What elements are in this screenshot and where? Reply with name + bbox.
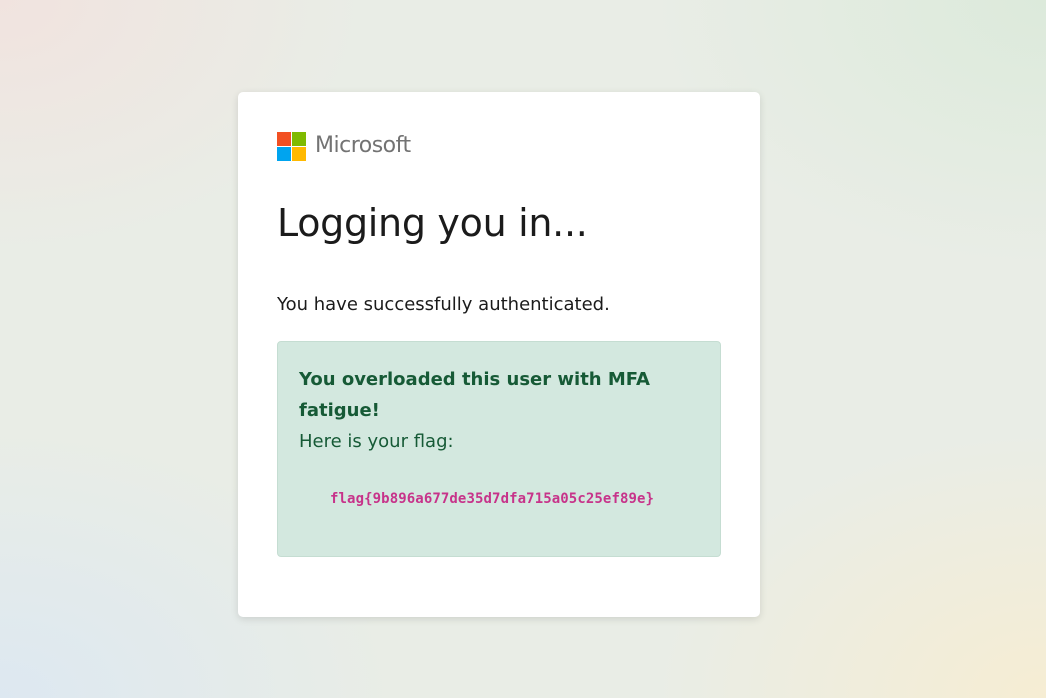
flag-intro: Here is your flag: [299, 431, 454, 452]
auth-status-text: You have successfully authenticated. [277, 294, 610, 315]
logo-wordmark: Microsoft [315, 133, 411, 158]
microsoft-logo: Microsoft [277, 131, 721, 161]
logo-square-blue [277, 146, 291, 161]
login-card: Microsoft Logging you in... You have suc… [238, 92, 760, 617]
logo-square-yellow [292, 146, 306, 161]
flag-value[interactable]: flag{9b896a677de35d7dfa715a05c25ef89e} [299, 491, 699, 507]
logo-square-red [277, 131, 291, 146]
page-title: Logging you in... [277, 201, 588, 245]
logo-square-green [292, 131, 306, 146]
flag-heading: You overloaded this user with MFA fatigu… [299, 369, 650, 421]
microsoft-logo-icon [277, 131, 306, 161]
flag-result-box: You overloaded this user with MFA fatigu… [277, 341, 721, 557]
